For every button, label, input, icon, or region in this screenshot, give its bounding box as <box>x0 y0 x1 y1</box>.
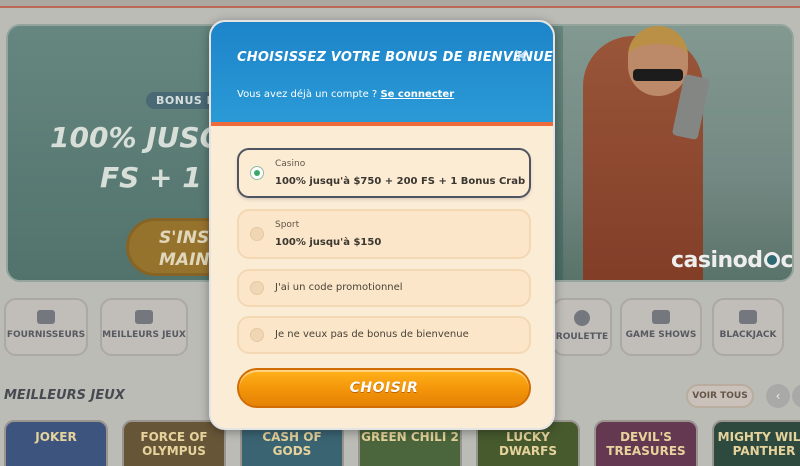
option-kicker: Sport <box>275 220 300 230</box>
option-label: 100% jusqu'à $150 <box>275 237 382 248</box>
welcome-bonus-modal: CHOISISSEZ VOTRE BONUS DE BIENVENUE ✕ Vo… <box>209 20 555 430</box>
radio-icon[interactable] <box>250 328 264 342</box>
choose-button[interactable]: CHOISIR <box>237 368 531 408</box>
radio-selected-icon[interactable] <box>250 166 264 180</box>
login-link[interactable]: Se connecter <box>380 89 454 100</box>
modal-title: CHOISISSEZ VOTRE BONUS DE BIENVENUE <box>237 50 554 65</box>
radio-icon[interactable] <box>250 281 264 295</box>
option-label: Je ne veux pas de bonus de bienvenue <box>275 329 469 340</box>
close-icon[interactable]: ✕ <box>509 44 533 68</box>
bonus-option-promo-code[interactable]: J'ai un code promotionnel <box>237 269 531 307</box>
bonus-option-casino[interactable]: Casino 100% jusqu'à $750 + 200 FS + 1 Bo… <box>237 148 531 198</box>
account-prompt: Vous avez déjà un compte ? Se connecter <box>237 89 454 100</box>
option-label: 100% jusqu'à $750 + 200 FS + 1 Bonus Cra… <box>275 176 526 187</box>
option-label: J'ai un code promotionnel <box>275 282 403 293</box>
bonus-option-sport[interactable]: Sport 100% jusqu'à $150 <box>237 209 531 259</box>
option-kicker: Casino <box>275 159 306 169</box>
account-prompt-text: Vous avez déjà un compte ? <box>237 89 378 100</box>
radio-icon[interactable] <box>250 227 264 241</box>
bonus-option-no-bonus[interactable]: Je ne veux pas de bonus de bienvenue <box>237 316 531 354</box>
modal-header: CHOISISSEZ VOTRE BONUS DE BIENVENUE ✕ Vo… <box>211 22 554 126</box>
